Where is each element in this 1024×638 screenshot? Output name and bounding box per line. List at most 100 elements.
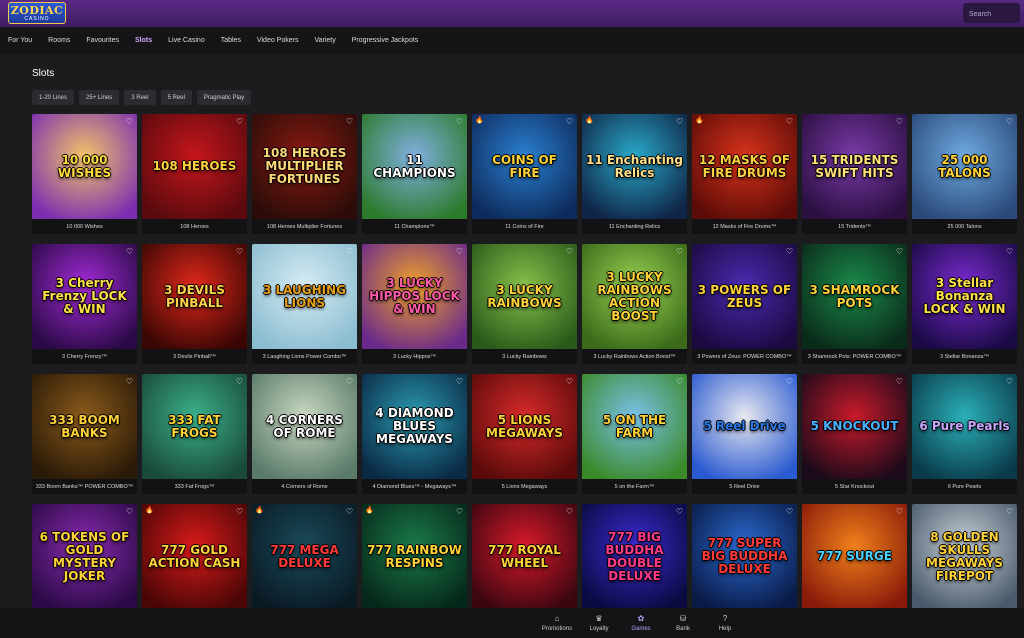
favourite-heart-icon[interactable]: ♡ bbox=[125, 117, 134, 126]
tab-live-casino[interactable]: Live Casino bbox=[168, 37, 205, 44]
game-tile[interactable]: 3 SHAMROCK POTS ♡ 3 Shamrock Pots: POWER C… bbox=[802, 244, 907, 364]
game-thumbnail[interactable]: 777 GOLD ACTION CASH ♡ 🔥 bbox=[142, 504, 247, 609]
bottom-nav-bank[interactable]: ⛁ Bank bbox=[662, 610, 704, 636]
game-thumbnail[interactable]: 25 000 TALONS ♡ bbox=[912, 114, 1017, 219]
favourite-heart-icon[interactable]: ♡ bbox=[455, 507, 464, 516]
game-tile[interactable]: 777 GOLD ACTION CASH ♡ 🔥 bbox=[142, 504, 247, 624]
game-tile[interactable]: 8 GOLDEN SKULLS MEGAWAYS FIREPOT ♡ bbox=[912, 504, 1017, 624]
game-thumbnail[interactable]: 108 HEROES MULTIPLIER FORTUNES ♡ bbox=[252, 114, 357, 219]
game-thumbnail[interactable]: 108 HEROES ♡ bbox=[142, 114, 247, 219]
filter-chip[interactable]: 5 Reel bbox=[160, 90, 192, 105]
favourite-heart-icon[interactable]: ♡ bbox=[125, 247, 134, 256]
game-thumbnail[interactable]: 15 TRIDENTS SWIFT HITS ♡ bbox=[802, 114, 907, 219]
game-thumbnail[interactable]: 6 TOKENS OF GOLD MYSTERY JOKER ♡ bbox=[32, 504, 137, 609]
tab-for-you[interactable]: For You bbox=[8, 37, 32, 44]
game-thumbnail[interactable]: 777 SURGE ♡ bbox=[802, 504, 907, 609]
favourite-heart-icon[interactable]: ♡ bbox=[895, 117, 904, 126]
game-tile[interactable]: 10 000 WISHES ♡ 10 000 Wishes bbox=[32, 114, 137, 234]
game-thumbnail[interactable]: 333 BOOM BANKS ♡ bbox=[32, 374, 137, 479]
favourite-heart-icon[interactable]: ♡ bbox=[785, 507, 794, 516]
game-thumbnail[interactable]: 333 FAT FROGS ♡ bbox=[142, 374, 247, 479]
game-tile[interactable]: 108 HEROES ♡ 108 Heroes bbox=[142, 114, 247, 234]
favourite-heart-icon[interactable]: ♡ bbox=[1005, 117, 1014, 126]
game-tile[interactable]: 15 TRIDENTS SWIFT HITS ♡ 15 Tridents™ bbox=[802, 114, 907, 234]
favourite-heart-icon[interactable]: ♡ bbox=[675, 247, 684, 256]
game-thumbnail[interactable]: 3 LUCKY RAINBOWS ♡ bbox=[472, 244, 577, 349]
favourite-heart-icon[interactable]: ♡ bbox=[455, 247, 464, 256]
filter-chip[interactable]: 25+ Lines bbox=[79, 90, 120, 105]
game-tile[interactable]: 777 ROYAL WHEEL ♡ bbox=[472, 504, 577, 624]
favourite-heart-icon[interactable]: ♡ bbox=[345, 377, 354, 386]
game-tile[interactable]: 777 BIG BUDDHA DOUBLE DELUXE ♡ bbox=[582, 504, 687, 624]
game-tile[interactable]: 5 ON THE FARM ♡ 5 on the Farm™ bbox=[582, 374, 687, 494]
game-tile[interactable]: 3 Cherry Frenzy LOCK & WIN ♡ 3 Cherry Fren… bbox=[32, 244, 137, 364]
bottom-nav-games[interactable]: ✿ Games bbox=[620, 610, 662, 636]
favourite-heart-icon[interactable]: ♡ bbox=[675, 507, 684, 516]
game-thumbnail[interactable]: 8 GOLDEN SKULLS MEGAWAYS FIREPOT ♡ bbox=[912, 504, 1017, 609]
game-tile[interactable]: 3 LUCKY HIPPOS LOCK & WIN ♡ 3 Lucky Hippos… bbox=[362, 244, 467, 364]
game-tile[interactable]: 11 CHAMPIONS ♡ 11 Champions™ bbox=[362, 114, 467, 234]
favourite-heart-icon[interactable]: ♡ bbox=[455, 377, 464, 386]
game-tile[interactable]: 3 Stellar Bonanza LOCK & WIN ♡ 3 Stellar B… bbox=[912, 244, 1017, 364]
game-thumbnail[interactable]: 5 ON THE FARM ♡ bbox=[582, 374, 687, 479]
game-tile[interactable]: 777 SURGE ♡ bbox=[802, 504, 907, 624]
game-thumbnail[interactable]: 3 LUCKY RAINBOWS ACTION BOOST ♡ bbox=[582, 244, 687, 349]
game-tile[interactable]: 333 BOOM BANKS ♡ 333 Boom Banks™ POWER COM… bbox=[32, 374, 137, 494]
bottom-nav-loyalty[interactable]: ♛ Loyalty bbox=[578, 610, 620, 636]
bottom-nav-promotions[interactable]: ⌂ Promotions bbox=[536, 610, 578, 636]
search-box[interactable] bbox=[963, 3, 1020, 25]
filter-chip[interactable]: Pragmatic Play bbox=[196, 90, 252, 105]
favourite-heart-icon[interactable]: ♡ bbox=[895, 377, 904, 386]
game-thumbnail[interactable]: 3 Stellar Bonanza LOCK & WIN ♡ bbox=[912, 244, 1017, 349]
game-tile[interactable]: 12 MASKS OF FIRE DRUMS ♡ 🔥 12 Masks of Fire… bbox=[692, 114, 797, 234]
game-tile[interactable]: 4 CORNERS OF ROME ♡ 4 Corners of Rome bbox=[252, 374, 357, 494]
game-thumbnail[interactable]: COINS OF FIRE ♡ 🔥 bbox=[472, 114, 577, 219]
game-thumbnail[interactable]: 11 Enchanting Relics ♡ 🔥 bbox=[582, 114, 687, 219]
favourite-heart-icon[interactable]: ♡ bbox=[895, 247, 904, 256]
favourite-heart-icon[interactable]: ♡ bbox=[235, 507, 244, 516]
game-thumbnail[interactable]: 777 BIG BUDDHA DOUBLE DELUXE ♡ bbox=[582, 504, 687, 609]
game-thumbnail[interactable]: 3 LAUGHING LIONS ♡ bbox=[252, 244, 357, 349]
favourite-heart-icon[interactable]: ♡ bbox=[235, 117, 244, 126]
game-tile[interactable]: 4 DIAMOND BLUES MEGAWAYS ♡ 4 Diamond Blues… bbox=[362, 374, 467, 494]
tab-progressive-jackpots[interactable]: Progressive Jackpots bbox=[352, 37, 419, 44]
game-tile[interactable]: 333 FAT FROGS ♡ 333 Fat Frogs™ bbox=[142, 374, 247, 494]
favourite-heart-icon[interactable]: ♡ bbox=[785, 117, 794, 126]
game-tile[interactable]: 3 LUCKY RAINBOWS ♡ 3 Lucky Rainbows bbox=[472, 244, 577, 364]
game-thumbnail[interactable]: 11 CHAMPIONS ♡ bbox=[362, 114, 467, 219]
game-thumbnail[interactable]: 5 KNOCKOUT ♡ bbox=[802, 374, 907, 479]
filter-chip[interactable]: 3 Reel bbox=[124, 90, 156, 105]
favourite-heart-icon[interactable]: ♡ bbox=[675, 117, 684, 126]
favourite-heart-icon[interactable]: ♡ bbox=[785, 377, 794, 386]
game-tile[interactable]: 5 LIONS MEGAWAYS ♡ 5 Lions Megaways bbox=[472, 374, 577, 494]
filter-chip[interactable]: 1-20 Lines bbox=[32, 90, 75, 105]
game-tile[interactable]: 108 HEROES MULTIPLIER FORTUNES ♡ 108 Heroe… bbox=[252, 114, 357, 234]
game-tile[interactable]: COINS OF FIRE ♡ 🔥 11 Coins of Fire bbox=[472, 114, 577, 234]
favourite-heart-icon[interactable]: ♡ bbox=[1005, 507, 1014, 516]
favourite-heart-icon[interactable]: ♡ bbox=[785, 247, 794, 256]
game-thumbnail[interactable]: 12 MASKS OF FIRE DRUMS ♡ 🔥 bbox=[692, 114, 797, 219]
game-thumbnail[interactable]: 5 Reel Drive ♡ bbox=[692, 374, 797, 479]
game-thumbnail[interactable]: 3 Cherry Frenzy LOCK & WIN ♡ bbox=[32, 244, 137, 349]
game-tile[interactable]: 3 LUCKY RAINBOWS ACTION BOOST ♡ 3 Lucky Ra… bbox=[582, 244, 687, 364]
favourite-heart-icon[interactable]: ♡ bbox=[565, 247, 574, 256]
game-tile[interactable]: 3 DEVILS PINBALL ♡ 3 Devils Pinball™ bbox=[142, 244, 247, 364]
search-input[interactable] bbox=[963, 4, 1020, 25]
brand-logo[interactable]: ZODIAC CASINO bbox=[8, 2, 66, 24]
game-tile[interactable]: 3 POWERS OF ZEUS ♡ 3 Powers of Zeus: POWER… bbox=[692, 244, 797, 364]
favourite-heart-icon[interactable]: ♡ bbox=[675, 377, 684, 386]
favourite-heart-icon[interactable]: ♡ bbox=[455, 117, 464, 126]
favourite-heart-icon[interactable]: ♡ bbox=[565, 507, 574, 516]
favourite-heart-icon[interactable]: ♡ bbox=[1005, 377, 1014, 386]
game-thumbnail[interactable]: 6 Pure Pearls ♡ bbox=[912, 374, 1017, 479]
game-thumbnail[interactable]: 777 RAINBOW RESPINS ♡ 🔥 bbox=[362, 504, 467, 609]
favourite-heart-icon[interactable]: ♡ bbox=[125, 377, 134, 386]
favourite-heart-icon[interactable]: ♡ bbox=[235, 247, 244, 256]
game-tile[interactable]: 5 Reel Drive ♡ 5 Reel Drive bbox=[692, 374, 797, 494]
game-thumbnail[interactable]: 777 SUPER BIG BUDDHA DELUXE ♡ bbox=[692, 504, 797, 609]
game-tile[interactable]: 6 TOKENS OF GOLD MYSTERY JOKER ♡ bbox=[32, 504, 137, 624]
game-tile[interactable]: 777 RAINBOW RESPINS ♡ 🔥 bbox=[362, 504, 467, 624]
game-thumbnail[interactable]: 5 LIONS MEGAWAYS ♡ bbox=[472, 374, 577, 479]
game-thumbnail[interactable]: 10 000 WISHES ♡ bbox=[32, 114, 137, 219]
tab-variety[interactable]: Variety bbox=[314, 37, 335, 44]
